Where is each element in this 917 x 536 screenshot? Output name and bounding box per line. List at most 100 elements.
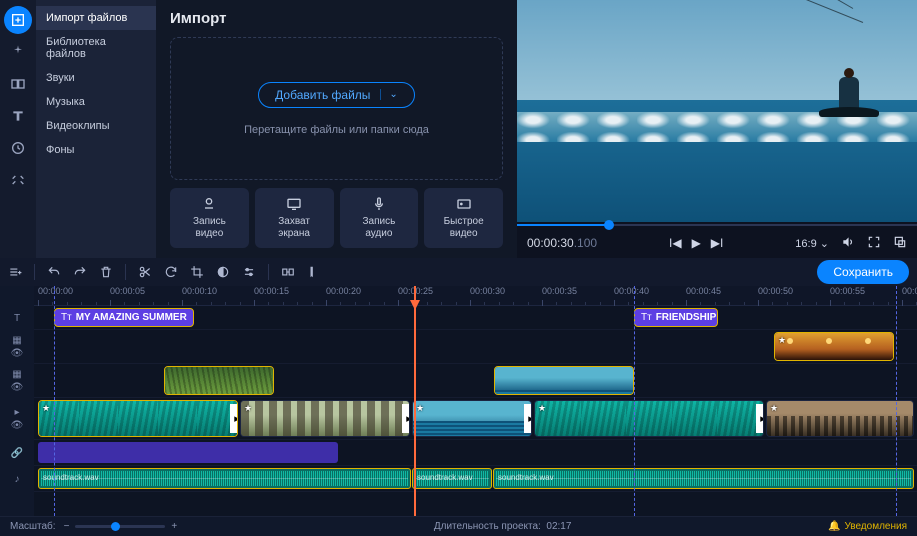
playhead[interactable] <box>414 286 416 516</box>
delete-icon[interactable] <box>99 265 113 279</box>
titles-tool-icon[interactable] <box>4 102 32 130</box>
title-clip-friendship[interactable]: TᴛFRIENDSHIP <box>634 308 718 327</box>
ruler[interactable]: 00:00:0000:00:0500:00:1000:00:1500:00:20… <box>34 286 917 306</box>
marker-icon[interactable] <box>307 265 321 279</box>
play-icon[interactable]: ▶ <box>692 236 701 250</box>
menu-sounds[interactable]: Звуки <box>36 66 156 90</box>
crop-icon[interactable] <box>190 265 204 279</box>
drop-zone[interactable]: Добавить файлы ⌄ Перетащите файлы или па… <box>170 37 503 180</box>
popout-icon[interactable] <box>893 235 907 252</box>
audio-label: soundtrack.wav <box>43 473 99 482</box>
audio-clip-3[interactable]: soundtrack.wav <box>493 468 914 489</box>
transitions-tool-icon[interactable] <box>4 70 32 98</box>
transition-icon[interactable] <box>281 265 295 279</box>
more-tool-icon[interactable] <box>4 166 32 194</box>
transition-icon[interactable]: ▸ <box>524 404 532 433</box>
overlay-track-1[interactable]: ★ <box>34 330 917 364</box>
overlay2-track-icon[interactable]: ▦ <box>12 369 21 380</box>
timeline[interactable]: 00:00:0000:00:0500:00:1000:00:1500:00:20… <box>34 286 917 516</box>
stickers-tool-icon[interactable] <box>4 134 32 162</box>
main-video-track[interactable]: ★ ▸ ★ ▸ ★ ▸ ★ ▸ <box>34 398 917 440</box>
screen-capture-button[interactable]: Захватэкрана <box>255 188 334 248</box>
audio-clip-2[interactable]: soundtrack.wav <box>412 468 492 489</box>
menu-library[interactable]: Библиотека файлов <box>36 30 156 66</box>
preview-scrubber[interactable] <box>517 222 917 228</box>
bell-icon: 🔔 <box>828 521 840 532</box>
overlay-clip-sunset[interactable]: ★ <box>774 332 894 361</box>
linked-audio-clip[interactable] <box>38 442 338 463</box>
main-clip-1[interactable]: ★ ▸ <box>38 400 238 437</box>
tool-strip <box>0 0 36 258</box>
fullscreen-icon[interactable] <box>867 235 881 252</box>
title-clip-summer[interactable]: TᴛMY AMAZING SUMMER <box>54 308 194 327</box>
zoom-slider[interactable] <box>75 525 165 528</box>
import-tool-icon[interactable] <box>4 6 32 34</box>
chevron-down-icon[interactable]: ⌄ <box>380 89 397 100</box>
timecode: 00:00:30.100 <box>527 236 597 250</box>
redo-icon[interactable] <box>73 265 87 279</box>
import-panel: Импорт Добавить файлы ⌄ Перетащите файлы… <box>156 0 517 258</box>
cut-icon[interactable] <box>138 265 152 279</box>
side-menu: Импорт файлов Библиотека файлов Звуки Му… <box>36 0 156 258</box>
title-track-icon[interactable]: T <box>14 313 20 324</box>
transition-icon[interactable]: ▸ <box>230 404 238 433</box>
notifications-button[interactable]: 🔔 Уведомления <box>828 521 907 532</box>
main-clip-2[interactable]: ★ ▸ <box>240 400 410 437</box>
overlay-clip-ocean[interactable] <box>494 366 634 395</box>
linked-audio-icon[interactable]: 🔗 <box>11 448 23 459</box>
audio-clip-1[interactable]: soundtrack.wav <box>38 468 411 489</box>
ruler-tick: 00:00:20 <box>326 286 361 296</box>
ruler-tick: 00:00:30 <box>470 286 505 296</box>
undo-icon[interactable] <box>47 265 61 279</box>
color-adjust-icon[interactable] <box>216 265 230 279</box>
preview-viewport[interactable] <box>517 0 917 222</box>
overlay-track-2[interactable] <box>34 364 917 398</box>
audio-track[interactable]: soundtrack.wav soundtrack.wav soundtrack… <box>34 466 917 492</box>
save-button[interactable]: Сохранить <box>817 260 909 284</box>
ruler-tick: 00:00:55 <box>830 286 865 296</box>
audio-label: soundtrack.wav <box>498 473 554 482</box>
menu-backgrounds[interactable]: Фоны <box>36 138 156 162</box>
overlay-track-icon[interactable]: ▦ <box>12 335 21 346</box>
track-headers: T ▦👁 ▦👁 ▸👁 🔗 ♪ <box>0 286 34 516</box>
overlay-clip-palm[interactable] <box>164 366 274 395</box>
title-track[interactable]: TᴛMY AMAZING SUMMER TᴛFRIENDSHIP <box>34 306 917 330</box>
adjustments-icon[interactable] <box>242 265 256 279</box>
linked-audio-track[interactable] <box>34 440 917 466</box>
next-frame-icon[interactable]: ▶I <box>711 236 724 250</box>
video-track-icon[interactable]: ▸ <box>14 407 19 418</box>
star-icon: ★ <box>42 403 50 414</box>
quick-video-button[interactable]: Быстроевидео <box>424 188 503 248</box>
record-audio-button[interactable]: Записьаудио <box>340 188 419 248</box>
main-clip-3[interactable]: ★ ▸ <box>412 400 532 437</box>
main-clip-5[interactable]: ★ <box>766 400 914 437</box>
duration-value: 02:17 <box>546 521 571 532</box>
menu-videoclips[interactable]: Видеоклипы <box>36 114 156 138</box>
zoom-out-icon[interactable]: − <box>64 521 70 532</box>
volume-icon[interactable] <box>841 235 855 252</box>
prev-frame-icon[interactable]: I◀ <box>669 236 682 250</box>
statusbar: Масштаб: − + Длительность проекта: 02:17… <box>0 516 917 536</box>
add-track-icon[interactable] <box>8 265 22 279</box>
ruler-tick: 00:01:00 <box>902 286 917 296</box>
rotate-icon[interactable] <box>164 265 178 279</box>
drop-hint: Перетащите файлы или папки сюда <box>244 124 429 136</box>
transition-icon[interactable]: ▸ <box>402 404 410 433</box>
menu-music[interactable]: Музыка <box>36 90 156 114</box>
transition-icon[interactable]: ▸ <box>756 404 764 433</box>
add-files-button[interactable]: Добавить файлы ⌄ <box>258 82 415 108</box>
effects-tool-icon[interactable] <box>4 38 32 66</box>
add-files-label: Добавить файлы <box>275 88 370 102</box>
star-icon: ★ <box>778 335 786 346</box>
duration-label: Длительность проекта: <box>434 521 541 532</box>
main-clip-4[interactable]: ★ ▸ <box>534 400 764 437</box>
aspect-ratio-selector[interactable]: 16:9 ⌄ <box>795 237 829 250</box>
record-video-button[interactable]: Записьвидео <box>170 188 249 248</box>
zoom-in-icon[interactable]: + <box>171 521 177 532</box>
ruler-tick: 00:00:50 <box>758 286 793 296</box>
audio-track-icon[interactable]: ♪ <box>15 474 20 485</box>
menu-import-files[interactable]: Импорт файлов <box>36 6 156 30</box>
ruler-tick: 00:00:05 <box>110 286 145 296</box>
import-title: Импорт <box>170 10 503 27</box>
star-icon: ★ <box>538 403 546 414</box>
